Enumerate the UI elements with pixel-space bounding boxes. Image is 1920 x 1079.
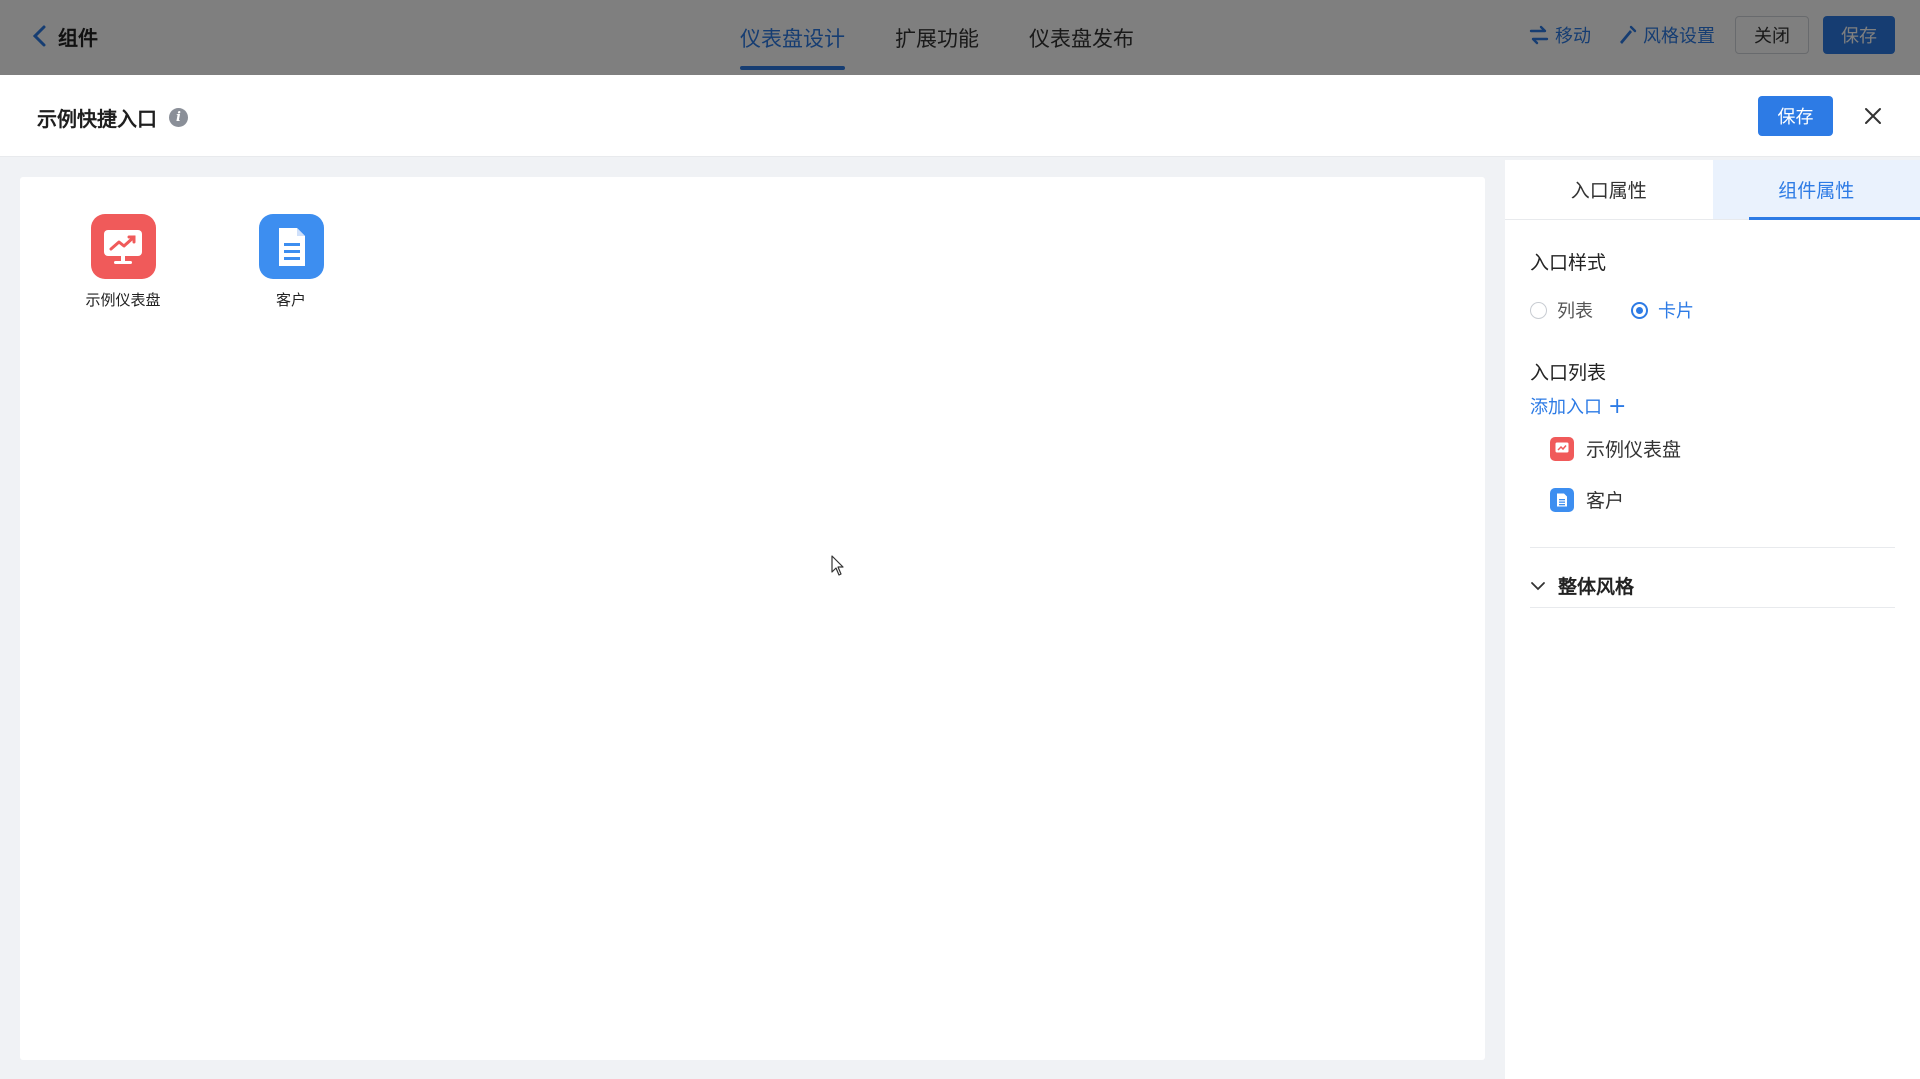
quick-entry-modal: 示例快捷入口 i 保存 示例仪表盘 客户 入口属性 组件属性 入口样式 列表 卡… [0,75,1920,1079]
overall-style-label: 整体风格 [1558,576,1635,598]
add-entry-label: 添加入口 [1530,397,1602,418]
card-entry-customer[interactable]: 客户 [226,214,356,310]
dashboard-chart-icon [90,214,156,279]
entry-list-item-label: 示例仪表盘 [1586,439,1682,461]
radio-list-style[interactable]: 列表 [1530,297,1593,323]
divider [1530,547,1895,548]
info-icon[interactable]: i [169,108,188,127]
properties-panel: 入口属性 组件属性 入口样式 列表 卡片 入口列表 添加入口 + 示例仪表盘 客… [1505,160,1920,1079]
entry-list-item-customer[interactable]: 客户 [1550,486,1624,513]
dashboard-chart-icon [1550,436,1574,461]
panel-tabs: 入口属性 组件属性 [1505,160,1920,220]
modal-save-button[interactable]: 保存 [1758,96,1833,136]
document-icon [258,214,324,279]
modal-title-text: 示例快捷入口 [37,107,157,131]
tab-component-properties[interactable]: 组件属性 [1712,160,1920,220]
radio-label: 列表 [1557,301,1593,322]
mouse-cursor-icon [831,555,844,576]
radio-card-style[interactable]: 卡片 [1631,297,1694,323]
modal-close-button[interactable] [1858,101,1888,131]
entry-list-item-dashboard[interactable]: 示例仪表盘 [1550,435,1681,462]
entry-style-options: 列表 卡片 [1530,297,1694,323]
tab-entry-properties[interactable]: 入口属性 [1505,160,1713,219]
radio-checked [1631,301,1648,319]
modal-title: 示例快捷入口 i [37,103,188,132]
card-entry-label: 示例仪表盘 [85,291,161,309]
radio-unchecked [1530,301,1547,319]
close-icon [1865,108,1881,124]
modal-header: 示例快捷入口 i 保存 [0,75,1920,157]
preview-canvas: 示例仪表盘 客户 [20,177,1485,1060]
card-entry-label: 客户 [275,291,306,309]
entry-style-label: 入口样式 [1530,252,1607,274]
plus-icon: + [1608,393,1627,419]
divider [1530,607,1895,608]
radio-label: 卡片 [1658,301,1694,322]
chevron-down-icon [1531,581,1545,590]
entry-list-item-label: 客户 [1586,490,1625,512]
document-icon [1550,487,1574,512]
entry-list-label: 入口列表 [1530,362,1607,384]
overall-style-collapse[interactable]: 整体风格 [1530,572,1634,599]
card-entry-dashboard[interactable]: 示例仪表盘 [58,214,188,310]
add-entry-button[interactable]: 添加入口 + [1530,393,1626,419]
